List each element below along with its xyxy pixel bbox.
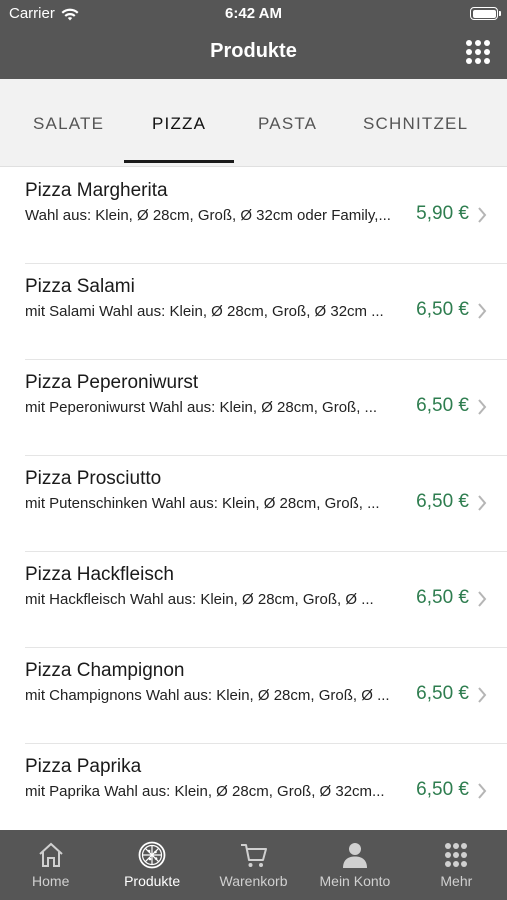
product-item[interactable]: Pizza Peperoniwurst mit Peperoniwurst Wa… (0, 360, 507, 456)
tab-salate[interactable]: SALATE (33, 114, 104, 134)
grid-menu-button[interactable] (466, 40, 490, 64)
product-description: mit Peperoniwurst Wahl aus: Klein, Ø 28c… (25, 399, 378, 416)
product-price: 6,50 € (416, 587, 469, 608)
chevron-right-icon (478, 495, 487, 511)
category-tabs: SALATE PIZZA PASTA SCHNITZEL (0, 79, 507, 167)
product-title: Pizza Salami (25, 276, 135, 297)
tabbar-label: Mein Konto (319, 873, 391, 889)
chevron-right-icon (478, 783, 487, 799)
top-bar: Carrier 6:42 AM Produkte (0, 0, 507, 79)
bottom-tab-bar: Home Produkte Warenkorb Mein Konto Mehr (0, 830, 507, 900)
tabbar-mein-konto[interactable]: Mein Konto (304, 830, 405, 900)
product-price: 6,50 € (416, 491, 469, 512)
tab-pizza[interactable]: PIZZA (152, 114, 206, 134)
product-price: 6,50 € (416, 299, 469, 320)
app: Carrier 6:42 AM Produkte SALATE PIZZA PA… (0, 0, 507, 900)
product-item[interactable]: Pizza Champignon mit Champignons Wahl au… (0, 648, 507, 744)
product-price: 6,50 € (416, 779, 469, 800)
product-title: Pizza Margherita (25, 180, 168, 201)
product-price: 6,50 € (416, 395, 469, 416)
page-title: Produkte (210, 40, 297, 62)
product-description: mit Paprika Wahl aus: Klein, Ø 28cm, Gro… (25, 783, 385, 800)
tabbar-label: Home (32, 873, 70, 889)
product-description: mit Salami Wahl aus: Klein, Ø 28cm, Groß… (25, 303, 384, 320)
product-item[interactable]: Pizza Paprika mit Paprika Wahl aus: Klei… (0, 744, 507, 830)
tabbar-mehr[interactable]: Mehr (406, 830, 507, 900)
product-title: Pizza Paprika (25, 756, 142, 777)
chevron-right-icon (478, 207, 487, 223)
tabbar-label: Mehr (440, 873, 473, 889)
product-description: mit Putenschinken Wahl aus: Klein, Ø 28c… (25, 495, 380, 512)
chevron-right-icon (478, 591, 487, 607)
tab-pasta[interactable]: PASTA (258, 114, 317, 134)
chevron-right-icon (478, 687, 487, 703)
status-bar: Carrier 6:42 AM (0, 0, 507, 28)
battery-icon (470, 7, 501, 20)
product-item[interactable]: Pizza Prosciutto mit Putenschinken Wahl … (0, 456, 507, 552)
product-description: Wahl aus: Klein, Ø 28cm, Groß, Ø 32cm od… (25, 207, 391, 224)
user-icon (342, 843, 367, 868)
pizza-icon (138, 841, 166, 869)
product-title: Pizza Peperoniwurst (25, 372, 199, 393)
product-title: Pizza Hackfleisch (25, 564, 174, 585)
active-tab-indicator (124, 160, 234, 163)
product-price: 5,90 € (416, 203, 469, 224)
tabbar-label: Warenkorb (219, 873, 288, 889)
status-time: 6:42 AM (225, 5, 282, 22)
product-title: Pizza Champignon (25, 660, 185, 681)
tabbar-label: Produkte (124, 873, 181, 889)
product-description: mit Hackfleisch Wahl aus: Klein, Ø 28cm,… (25, 591, 374, 608)
product-price: 6,50 € (416, 683, 469, 704)
product-description: mit Champignons Wahl aus: Klein, Ø 28cm,… (25, 687, 390, 704)
cart-icon (240, 844, 267, 867)
tabbar-home[interactable]: Home (0, 830, 101, 900)
tabbar-produkte[interactable]: Produkte (101, 830, 202, 900)
product-item[interactable]: Pizza Hackfleisch mit Hackfleisch Wahl a… (0, 552, 507, 648)
chevron-right-icon (478, 303, 487, 319)
home-icon (39, 842, 63, 867)
chevron-right-icon (478, 399, 487, 415)
product-list: Pizza Margherita Wahl aus: Klein, Ø 28cm… (0, 168, 507, 830)
tab-schnitzel[interactable]: SCHNITZEL (363, 114, 468, 134)
tabbar-warenkorb[interactable]: Warenkorb (203, 830, 304, 900)
product-item[interactable]: Pizza Margherita Wahl aus: Klein, Ø 28cm… (0, 168, 507, 264)
product-item[interactable]: Pizza Salami mit Salami Wahl aus: Klein,… (0, 264, 507, 360)
product-title: Pizza Prosciutto (25, 468, 162, 489)
grid-icon (445, 843, 468, 867)
